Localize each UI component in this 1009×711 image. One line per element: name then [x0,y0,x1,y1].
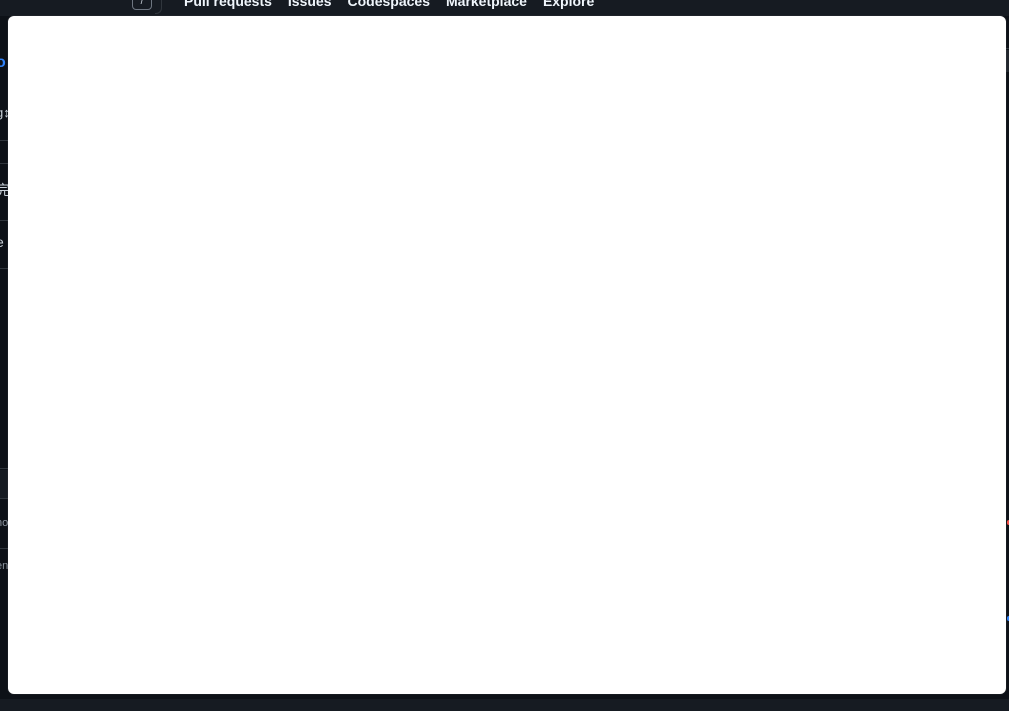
background-text-fragment: no [0,517,9,529]
global-nav-links: Pull requests Issues Codespaces Marketpl… [184,0,594,8]
nav-link-codespaces[interactable]: Codespaces [348,0,430,8]
background-text-fragment: en [0,560,9,572]
top-navigation: / Pull requests Issues Codespaces Market… [0,0,1009,16]
search-shortcut-key: / [132,0,152,10]
nav-link-issues[interactable]: Issues [288,0,332,8]
nav-link-marketplace[interactable]: Marketplace [446,0,527,8]
nav-link-pull-requests[interactable]: Pull requests [184,0,272,8]
nav-link-explore[interactable]: Explore [543,0,594,8]
background-text-fragment: e [0,234,4,250]
modal-dialog [8,16,1006,694]
page: / Pull requests Issues Codespaces Market… [0,0,1009,711]
background-repo-link-fragment: o [0,54,6,71]
background-panel-fragment [0,470,8,498]
search-input-edge[interactable] [155,0,162,14]
background-bottom-strip [0,699,1009,711]
